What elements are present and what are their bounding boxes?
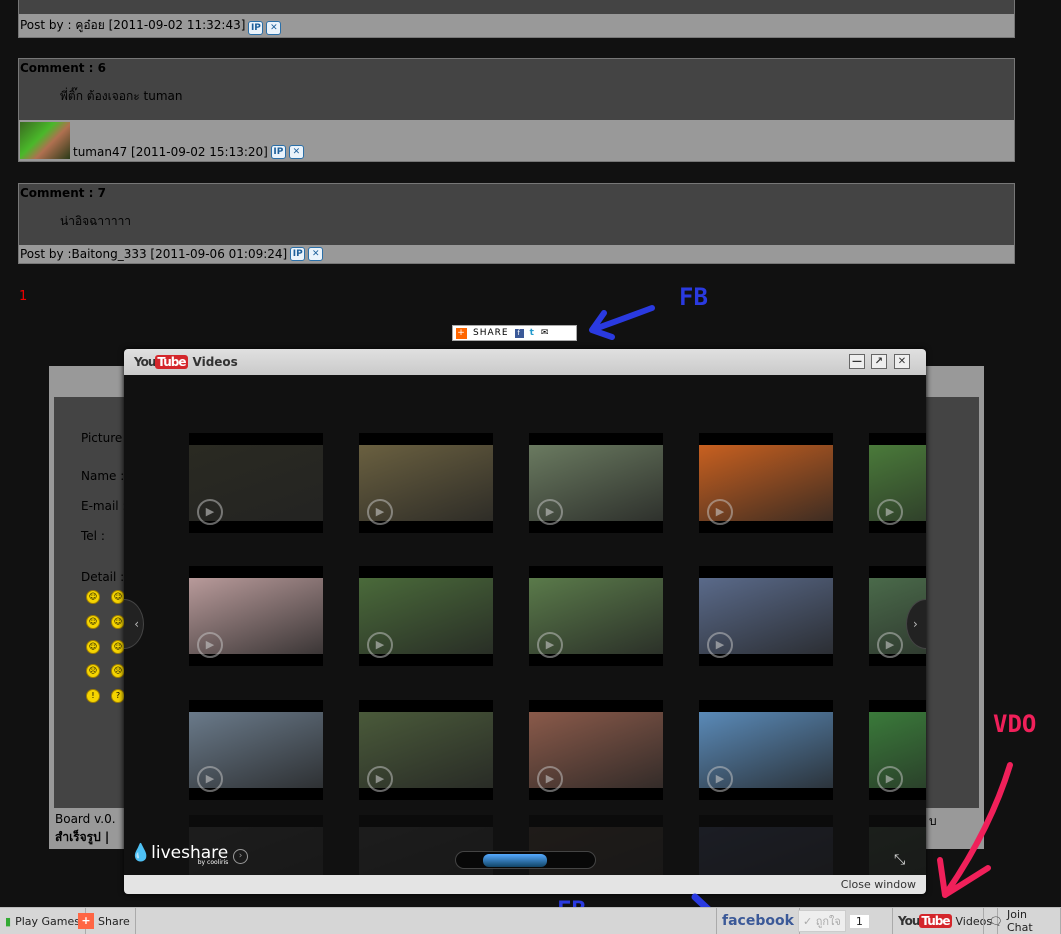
like-count: 1 xyxy=(849,914,869,928)
annotation-arrows xyxy=(589,305,1013,932)
youtube-logo: You Tube xyxy=(898,914,952,928)
chat-icon: 🗨 xyxy=(989,914,1003,928)
join-chat-button[interactable]: 🗨 Join Chat xyxy=(983,908,1061,934)
share-toolbar-button[interactable]: + Share xyxy=(73,908,136,934)
bottom-toolbar: ▮ Play Games + Share facebook ✓ ถูกใจ 1 You… xyxy=(0,907,1061,934)
plus-icon: + xyxy=(78,913,94,929)
games-icon: ▮ xyxy=(5,914,12,928)
like-button[interactable]: ✓ ถูกใจ 1 xyxy=(793,908,893,934)
facebook-button[interactable]: facebook xyxy=(716,908,800,934)
